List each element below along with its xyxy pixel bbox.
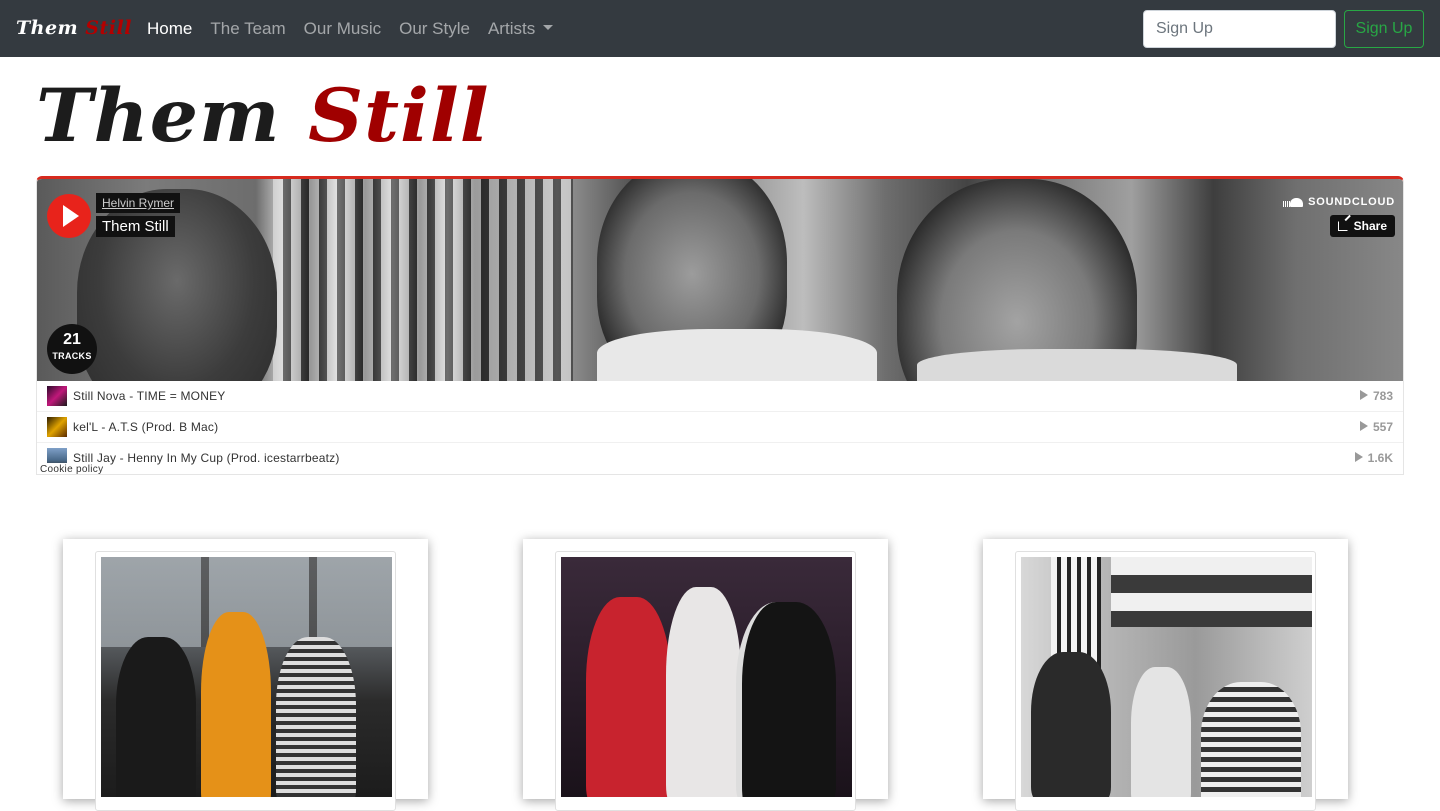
cookie-policy-link[interactable]: Cookie policy: [37, 463, 107, 474]
nav-the-team[interactable]: The Team: [210, 19, 285, 39]
caret-down-icon: [543, 24, 554, 30]
photo-frame: [1015, 551, 1316, 811]
tracks-label: TRACKS: [52, 351, 92, 361]
photo-figure: [736, 602, 836, 797]
photo-card: [63, 539, 428, 811]
page-title: Them Still: [36, 79, 490, 153]
photo-card: [983, 539, 1348, 811]
signup-button[interactable]: Sign Up: [1344, 10, 1424, 48]
playlist-user-link[interactable]: Helvin Rymer: [96, 193, 181, 213]
brand-logo[interactable]: Them Still: [16, 17, 132, 39]
play-count-icon: [1359, 390, 1368, 400]
share-button[interactable]: Share: [1329, 215, 1395, 237]
photo-figure: [276, 637, 356, 797]
nav-artists-label: Artists: [487, 18, 536, 38]
soundcloud-player: Helvin Rymer Them Still SOUNDCLOUD Share…: [36, 176, 1404, 475]
play-count-icon: [1359, 421, 1368, 431]
track-plays-value: 783: [1372, 389, 1393, 403]
share-icon: [1337, 221, 1348, 231]
track-row[interactable]: Still Nova - TIME = MONEY 783: [37, 381, 1403, 412]
track-list: Still Nova - TIME = MONEY 783 kel'L - A.…: [37, 381, 1403, 473]
group-photo[interactable]: [101, 557, 392, 797]
soundcloud-icon: [1283, 197, 1304, 207]
photo-figure: [201, 612, 271, 797]
track-row[interactable]: kel'L - A.T.S (Prod. B Mac) 557: [37, 412, 1403, 443]
track-name: Still Jay - Henny In My Cup (Prod. icest…: [73, 451, 340, 465]
photo-frame: [555, 551, 856, 811]
tracks-count-badge: 21 TRACKS: [47, 324, 97, 374]
tracks-count: 21: [63, 331, 81, 348]
photo-wall-bands: [1111, 557, 1312, 627]
track-name: kel'L - A.T.S (Prod. B Mac): [73, 420, 219, 434]
photo-figure: [586, 597, 671, 797]
title-word-still: Still: [308, 72, 490, 159]
photo-figure: [116, 637, 196, 797]
track-row[interactable]: Still Jay - Henny In My Cup (Prod. icest…: [37, 443, 1403, 473]
track-thumbnail: [47, 417, 67, 437]
track-plays-value: 1.6K: [1367, 451, 1393, 465]
artwork-stripes: [273, 179, 573, 381]
photo-figure: [666, 587, 741, 797]
track-plays: 557: [1359, 420, 1393, 434]
nav-our-music[interactable]: Our Music: [304, 19, 381, 39]
playlist-artwork: Helvin Rymer Them Still SOUNDCLOUD Share…: [37, 179, 1403, 381]
navbar: Them Still Home The Team Our Music Our S…: [0, 0, 1440, 57]
track-plays: 1.6K: [1354, 451, 1393, 465]
play-icon: [63, 205, 79, 227]
brand-word-still: Still: [85, 17, 132, 39]
artwork-shirt-middle: [597, 329, 877, 381]
photo-frame: [95, 551, 396, 811]
track-plays-value: 557: [1372, 420, 1393, 434]
playlist-title-link[interactable]: Them Still: [96, 216, 175, 237]
nav-links: Home The Team Our Music Our Style Artist…: [147, 0, 571, 57]
group-photo[interactable]: [561, 557, 852, 797]
play-count-icon: [1354, 452, 1363, 462]
group-photo[interactable]: [1021, 557, 1312, 797]
track-thumbnail: [47, 386, 67, 406]
artwork-shirt-right: [917, 349, 1237, 381]
photo-card: [523, 539, 888, 811]
photo-figure: [1131, 667, 1191, 797]
play-button[interactable]: [47, 194, 91, 238]
photo-figure: [1031, 652, 1111, 797]
brand-word-them: Them: [16, 17, 79, 39]
nav-artists-dropdown[interactable]: Artists: [487, 18, 554, 39]
soundcloud-logo[interactable]: SOUNDCLOUD: [1283, 196, 1395, 208]
track-plays: 783: [1359, 389, 1393, 403]
share-label: Share: [1353, 219, 1387, 233]
nav-home[interactable]: Home: [147, 19, 192, 39]
nav-our-style[interactable]: Our Style: [399, 19, 470, 39]
track-name: Still Nova - TIME = MONEY: [73, 389, 226, 403]
soundcloud-logo-text: SOUNDCLOUD: [1308, 196, 1395, 208]
photo-figure: [1201, 682, 1301, 797]
signup-input[interactable]: [1143, 10, 1336, 48]
title-word-them: Them: [36, 72, 281, 159]
